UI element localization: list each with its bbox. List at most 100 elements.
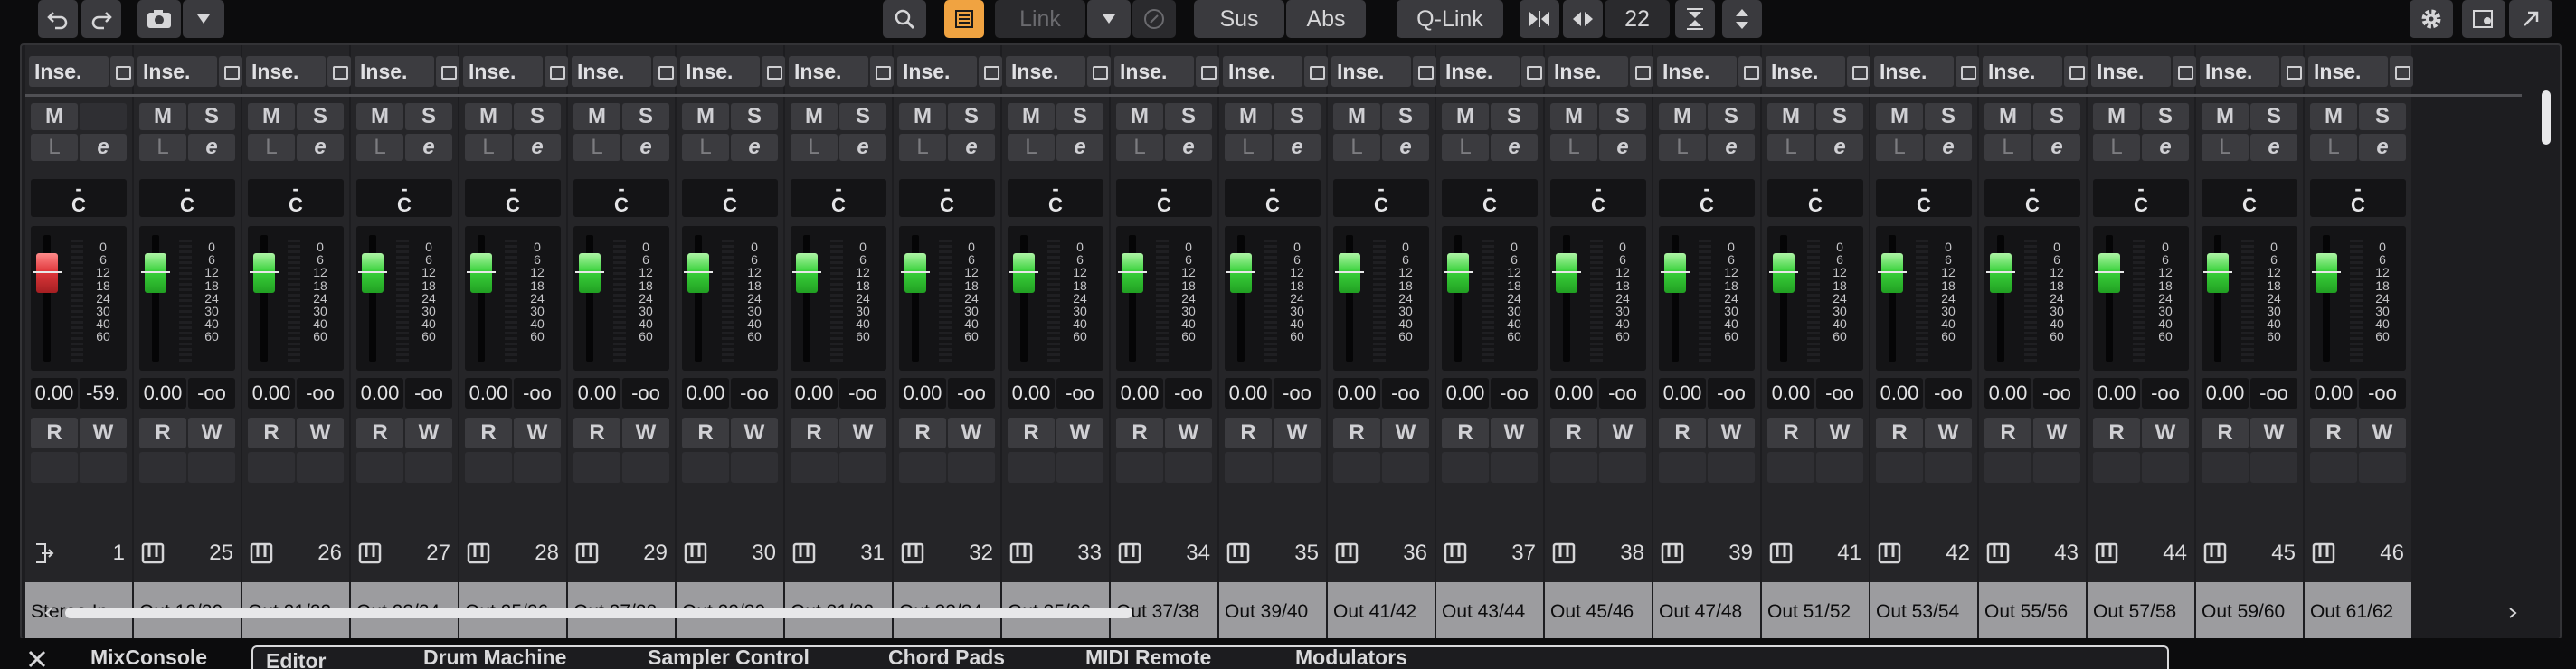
- volume-readout[interactable]: 0.00: [1333, 378, 1380, 409]
- fader-area[interactable]: 0 6 12 18 24 30 40 60: [248, 226, 344, 371]
- edit-channel-button[interactable]: e: [622, 134, 669, 161]
- peak-readout[interactable]: -oo: [1816, 378, 1863, 409]
- write-automation-button[interactable]: W: [1599, 418, 1646, 448]
- volume-readout[interactable]: 0.00: [899, 378, 946, 409]
- fader-cap[interactable]: [1335, 253, 1364, 293]
- write-automation-button[interactable]: W: [2250, 418, 2297, 448]
- volume-readout[interactable]: 0.00: [248, 378, 295, 409]
- channel-list-toggle[interactable]: [944, 0, 984, 38]
- insert-slot[interactable]: Inse.: [246, 56, 326, 87]
- volume-readout[interactable]: 0.00: [2093, 378, 2140, 409]
- fader-area[interactable]: 0 6 12 18 24 30 40 60: [465, 226, 561, 371]
- write-automation-button[interactable]: W: [948, 418, 995, 448]
- read-automation-button[interactable]: R: [682, 418, 729, 448]
- write-automation-button[interactable]: W: [731, 418, 778, 448]
- tab-mixconsole[interactable]: MixConsole: [90, 645, 207, 669]
- insert-slot[interactable]: Inse.: [680, 56, 760, 87]
- fader-cap[interactable]: [901, 253, 930, 293]
- write-automation-button[interactable]: W: [188, 418, 235, 448]
- fader-cap[interactable]: [2312, 253, 2341, 293]
- fader-area[interactable]: 0 6 12 18 24 30 40 60: [682, 226, 778, 371]
- edit-channel-button[interactable]: e: [2142, 134, 2189, 161]
- volume-readout[interactable]: 0.00: [2202, 378, 2249, 409]
- listen-button[interactable]: L: [1984, 134, 2031, 161]
- fader-area[interactable]: 0 6 12 18 24 30 40 60: [791, 226, 886, 371]
- read-automation-button[interactable]: R: [899, 418, 946, 448]
- tab-sampler-control[interactable]: Sampler Control: [648, 645, 810, 669]
- fader-cap[interactable]: [250, 253, 279, 293]
- edit-channel-button[interactable]: e: [1925, 134, 1972, 161]
- insert-bypass-icon[interactable]: [1413, 56, 1436, 87]
- pan-control[interactable]: - C: [1225, 179, 1321, 217]
- fader-cap[interactable]: [1009, 253, 1038, 293]
- insert-slot[interactable]: Inse.: [2308, 56, 2388, 87]
- read-automation-button[interactable]: R: [356, 418, 403, 448]
- pan-control[interactable]: - C: [465, 179, 561, 217]
- listen-button[interactable]: L: [1876, 134, 1923, 161]
- horizontal-scroll-thumb[interactable]: [65, 608, 1132, 618]
- read-automation-button[interactable]: R: [1116, 418, 1163, 448]
- solo-button[interactable]: S: [297, 103, 344, 130]
- peak-readout[interactable]: -oo: [1056, 378, 1103, 409]
- write-automation-button[interactable]: W: [2033, 418, 2080, 448]
- volume-readout[interactable]: 0.00: [1442, 378, 1489, 409]
- read-automation-button[interactable]: R: [1767, 418, 1814, 448]
- solo-button[interactable]: S: [405, 103, 452, 130]
- fader-cap[interactable]: [467, 253, 496, 293]
- edit-channel-button[interactable]: e: [514, 134, 561, 161]
- fit-height-button[interactable]: [1675, 0, 1715, 38]
- insert-slot[interactable]: Inse.: [1331, 56, 1411, 87]
- solo-button[interactable]: S: [1056, 103, 1103, 130]
- edit-channel-button[interactable]: e: [1165, 134, 1212, 161]
- solo-button[interactable]: S: [514, 103, 561, 130]
- peak-readout[interactable]: -oo: [188, 378, 235, 409]
- volume-readout[interactable]: 0.00: [1984, 378, 2031, 409]
- insert-bypass-icon[interactable]: [1087, 56, 1111, 87]
- read-automation-button[interactable]: R: [2310, 418, 2357, 448]
- edit-channel-button[interactable]: e: [2033, 134, 2080, 161]
- peak-readout[interactable]: -oo: [1599, 378, 1646, 409]
- read-automation-button[interactable]: R: [2202, 418, 2249, 448]
- insert-bypass-icon[interactable]: [545, 56, 568, 87]
- listen-button[interactable]: L: [356, 134, 403, 161]
- write-automation-button[interactable]: W: [405, 418, 452, 448]
- insert-slot[interactable]: Inse.: [1440, 56, 1520, 87]
- fader-area[interactable]: 0 6 12 18 24 30 40 60: [1008, 226, 1103, 371]
- fader-cap[interactable]: [1769, 253, 1798, 293]
- expand-channels-button[interactable]: [1563, 0, 1603, 38]
- peak-readout[interactable]: -oo: [1491, 378, 1538, 409]
- scroll-left-icon[interactable]: [43, 608, 54, 618]
- peak-readout[interactable]: -oo: [2359, 378, 2406, 409]
- insert-bypass-icon[interactable]: [110, 56, 134, 87]
- peak-readout[interactable]: -59.: [80, 378, 127, 409]
- reduce-channels-button[interactable]: [1520, 0, 1559, 38]
- insert-bypass-icon[interactable]: [979, 56, 1002, 87]
- insert-bypass-icon[interactable]: [1521, 56, 1545, 87]
- vertical-scroll-thumb[interactable]: [2542, 90, 2551, 145]
- volume-readout[interactable]: 0.00: [1876, 378, 1923, 409]
- solo-button[interactable]: S: [839, 103, 886, 130]
- insert-bypass-icon[interactable]: [219, 56, 242, 87]
- mute-button[interactable]: M: [1659, 103, 1706, 130]
- insert-bypass-icon[interactable]: [762, 56, 785, 87]
- write-automation-button[interactable]: W: [622, 418, 669, 448]
- edit-channel-button[interactable]: e: [1056, 134, 1103, 161]
- read-automation-button[interactable]: R: [465, 418, 512, 448]
- insert-bypass-icon[interactable]: [2390, 56, 2413, 87]
- listen-button[interactable]: L: [2202, 134, 2249, 161]
- fader-area[interactable]: 0 6 12 18 24 30 40 60: [1659, 226, 1755, 371]
- read-automation-button[interactable]: R: [2093, 418, 2140, 448]
- fader-area[interactable]: 0 6 12 18 24 30 40 60: [356, 226, 452, 371]
- solo-button[interactable]: S: [2033, 103, 2080, 130]
- pan-control[interactable]: - C: [2093, 179, 2189, 217]
- listen-button[interactable]: L: [31, 134, 78, 161]
- write-automation-button[interactable]: W: [1925, 418, 1972, 448]
- pan-control[interactable]: - C: [1333, 179, 1429, 217]
- fader-cap[interactable]: [1986, 253, 2015, 293]
- fader-cap[interactable]: [684, 253, 713, 293]
- pan-control[interactable]: - C: [791, 179, 886, 217]
- snapshot-dropdown[interactable]: [183, 0, 224, 38]
- listen-button[interactable]: L: [2093, 134, 2140, 161]
- insert-slot[interactable]: Inse.: [1548, 56, 1628, 87]
- suspend-button[interactable]: Sus: [1194, 0, 1284, 38]
